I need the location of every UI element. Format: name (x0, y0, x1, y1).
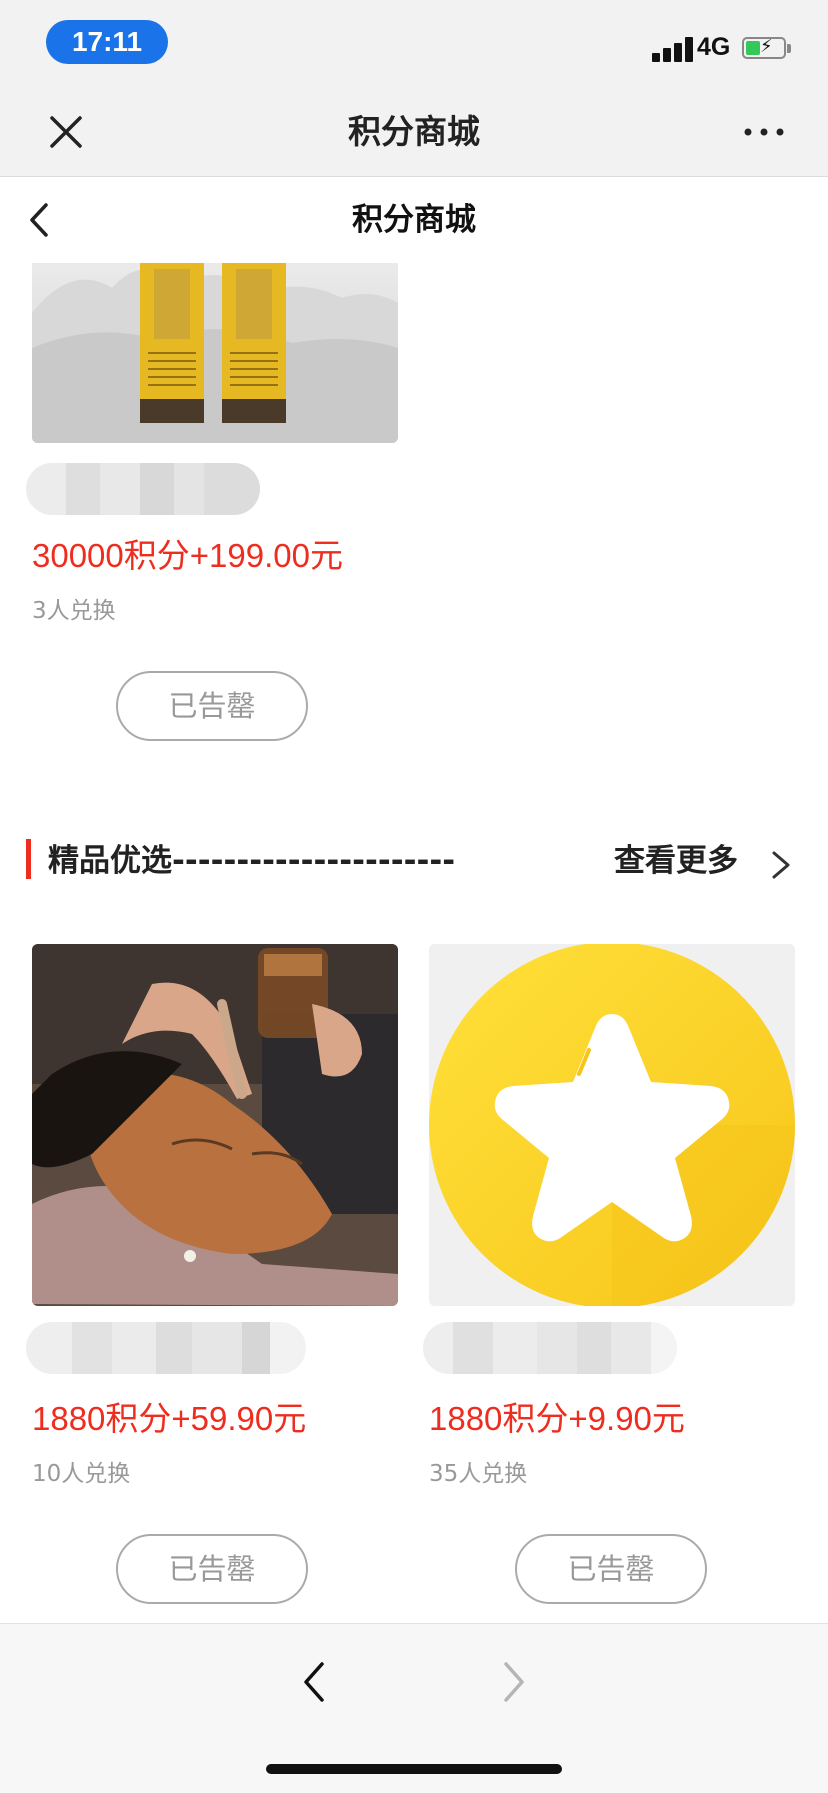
product-price: 1880积分+59.90元 (32, 1400, 307, 1437)
product-card[interactable]: 1880积分+59.90元 10人兑换 已告罄 (26, 944, 398, 1623)
section-title: 精品优选---------------------- (48, 843, 456, 879)
product-card[interactable]: 1880积分+9.90元 35人兑换 已告罄 (423, 944, 795, 1623)
section-header: 精品优选---------------------- 查看更多 (0, 833, 828, 893)
home-indicator (266, 1764, 562, 1774)
sold-out-button[interactable]: 已告罄 (116, 1534, 308, 1604)
product-name-redacted (423, 1322, 677, 1374)
product-price: 30000积分+199.00元 (32, 537, 343, 574)
more-icon[interactable] (742, 110, 786, 154)
battery-cap (787, 44, 791, 53)
page-title: 积分商城 (352, 202, 476, 238)
status-time: 17:11 (46, 20, 168, 64)
product-exchange-count: 3人兑换 (32, 598, 116, 624)
page-header: 积分商城 (0, 177, 828, 263)
product-exchange-count: 35人兑换 (429, 1461, 528, 1487)
product-name-redacted (26, 463, 260, 515)
network-type: 4G (697, 33, 731, 61)
product-card[interactable]: 30000积分+199.00元 3人兑换 已告罄 (26, 263, 398, 763)
wechat-nav-bar: 积分商城 (0, 88, 828, 177)
chevron-right-icon[interactable] (766, 845, 796, 885)
chevron-left-icon[interactable] (290, 1654, 340, 1710)
chevron-right-icon[interactable] (488, 1654, 538, 1710)
wechat-nav-title: 积分商城 (348, 112, 480, 151)
sold-out-button[interactable]: 已告罄 (116, 671, 308, 741)
product-image[interactable] (32, 944, 398, 1306)
view-more-link[interactable]: 查看更多 (614, 833, 738, 889)
section-accent-bar (26, 839, 31, 879)
product-name-redacted (26, 1322, 306, 1374)
browser-toolbar (0, 1623, 828, 1793)
battery-icon: ⚡ (742, 36, 786, 59)
product-image[interactable] (32, 263, 398, 443)
product-exchange-count: 10人兑换 (32, 1461, 131, 1487)
sold-out-button[interactable]: 已告罄 (515, 1534, 707, 1604)
product-price: 1880积分+9.90元 (429, 1400, 685, 1437)
product-list: 30000积分+199.00元 3人兑换 已告罄 精品优选-----------… (0, 263, 828, 1623)
product-image[interactable] (429, 944, 795, 1306)
status-bar: 17:11 4G ⚡ (0, 0, 828, 88)
